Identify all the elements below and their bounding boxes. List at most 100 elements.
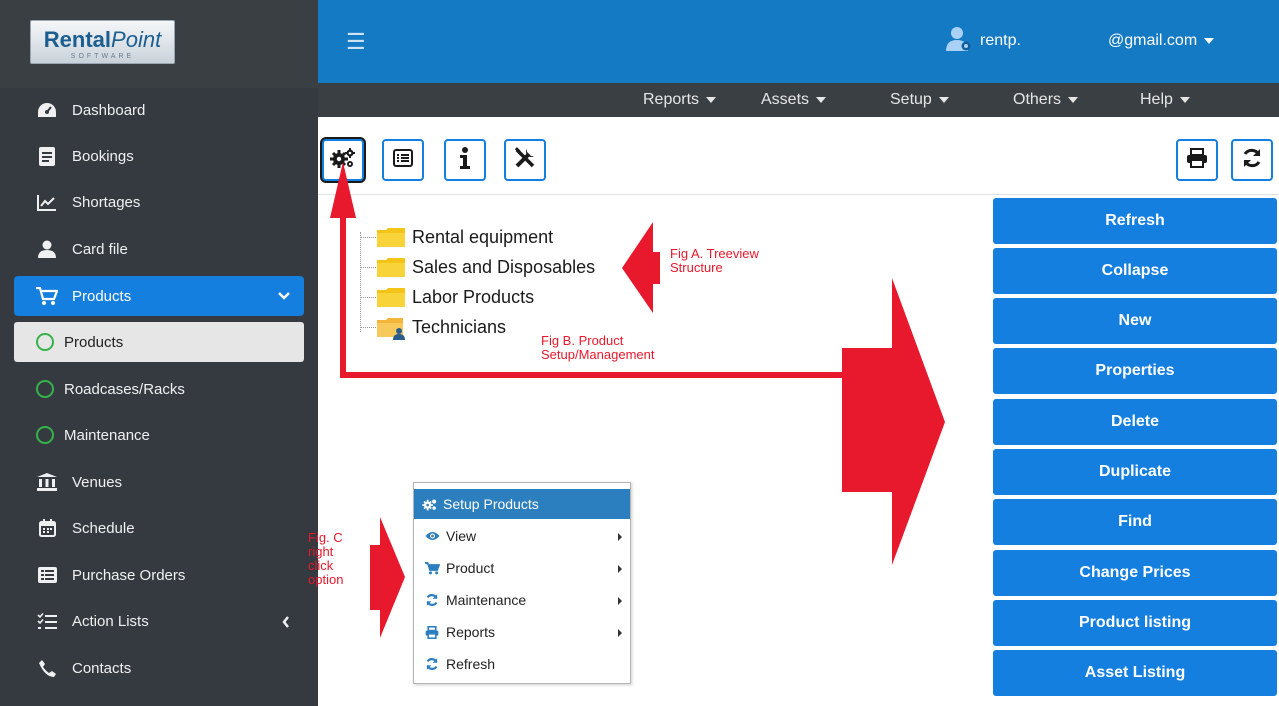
user-name[interactable]: rentp. [980,32,1021,50]
sidebar-item-schedule[interactable]: Schedule [14,508,304,548]
menu-setup[interactable]: Setup [890,91,949,109]
bank-icon [36,472,58,492]
product-listing-button[interactable]: Product listing [993,600,1277,646]
new-button[interactable]: New [993,298,1277,344]
main-menu-bar: Reports Assets Setup Others Help [318,83,1279,117]
menu-assets[interactable]: Assets [761,91,827,109]
gears-icon [422,498,438,511]
sidebar-item-label: Maintenance [64,426,150,444]
info-button[interactable] [444,139,486,181]
context-menu-product[interactable]: Product [414,552,630,584]
logo-text: RentalPoint [43,27,162,52]
setup-gears-button[interactable] [322,139,364,181]
circle-icon [34,332,56,352]
context-menu-view[interactable]: View [414,520,630,552]
calendar-icon [36,518,58,538]
context-menu: Setup Products View Product Maintenance … [413,482,631,684]
duplicate-button[interactable]: Duplicate [993,449,1277,495]
cart-icon [424,561,440,575]
tree-node-sales-disposables[interactable]: Sales and Disposables [376,254,595,280]
tree-guide-line [360,237,376,238]
logo-subtitle: SOFTWARE [70,53,135,60]
context-menu-header-label: Setup Products [443,496,539,512]
menu-others[interactable]: Others [1013,91,1079,109]
change-prices-button[interactable]: Change Prices [993,550,1277,596]
find-button[interactable]: Find [993,499,1277,545]
sidebar-item-label: Dashboard [72,101,146,119]
print-button[interactable] [1176,139,1218,181]
context-menu-maintenance[interactable]: Maintenance [414,584,630,616]
app-logo[interactable]: RentalPoint SOFTWARE [30,20,175,64]
cart-icon [36,286,58,306]
tree-node-labor-products[interactable]: Labor Products [376,284,534,310]
context-menu-label: View [446,528,477,544]
annotation-arrow-fig-c [370,517,405,638]
submenu-arrow-icon [618,629,622,637]
sidebar-item-label: Contacts [72,659,132,677]
sidebar-item-bookings[interactable]: Bookings [14,136,304,176]
tree-guide-line [360,297,376,298]
collapse-button[interactable]: Collapse [993,248,1277,294]
sidebar-item-products[interactable]: Products [14,276,304,316]
sync-icon [1241,147,1263,173]
menu-reports[interactable]: Reports [643,91,717,109]
tree-guide-line [360,232,361,332]
toolbar [318,127,1279,195]
user-email-dropdown[interactable]: @gmail.com [1108,32,1215,50]
sidebar: RentalPoint SOFTWARE Dashboard Bookings … [0,0,318,706]
annotation-arrow-fig-a [622,222,660,313]
hamburger-menu-icon[interactable]: ☰ [346,31,366,53]
context-menu-reports[interactable]: Reports [414,616,630,648]
sidebar-item-label: Action Lists [72,612,149,630]
sidebar-item-dashboard[interactable]: Dashboard [14,90,304,130]
sidebar-item-shortages[interactable]: Shortages [14,182,304,222]
refresh-button[interactable]: Refresh [993,198,1277,244]
circle-icon [34,425,56,445]
context-menu-label: Refresh [446,656,496,672]
tree-node-label: Rental equipment [412,226,554,247]
sidebar-item-action-lists[interactable]: Action Lists [14,601,304,641]
delete-button[interactable]: Delete [993,399,1277,445]
sidebar-item-label: Purchase Orders [72,566,186,584]
folder-icon [376,226,406,248]
sync-button[interactable] [1231,139,1273,181]
sidebar-subitem-products[interactable]: Products [14,322,304,362]
sidebar-item-contacts[interactable]: Contacts [14,648,304,688]
sidebar-item-label: Shortages [72,193,141,211]
menu-help[interactable]: Help [1140,91,1190,109]
context-menu-label: Product [446,560,495,576]
chart-line-icon [36,192,58,212]
sidebar-subitem-roadcases[interactable]: Roadcases/Racks [14,369,304,409]
sidebar-item-label: Roadcases/Racks [64,380,185,398]
tools-icon [514,147,536,173]
folder-icon [376,286,406,308]
sidebar-item-venues[interactable]: Venues [14,462,304,502]
phone-icon [36,658,58,678]
tree-node-label: Technicians [412,316,507,337]
tree-node-technicians[interactable]: Technicians [376,314,506,340]
sidebar-item-card-file[interactable]: Card file [14,229,304,269]
sidebar-item-label: Schedule [72,519,135,537]
annotation-fig-b: Fig B. Product Setup/Management [541,333,655,362]
sidebar-item-label: Products [72,287,132,305]
print-icon [1186,148,1208,172]
logo-area: RentalPoint SOFTWARE [0,0,318,88]
tools-button[interactable] [504,139,546,181]
tree-node-rental-equipment[interactable]: Rental equipment [376,224,553,250]
annotation-fig-a: Fig A. Treeview Structure [670,246,759,275]
list-view-button[interactable] [382,139,424,181]
sidebar-item-purchase-orders[interactable]: Purchase Orders [14,555,304,595]
list-alt-icon [393,149,413,171]
context-menu-refresh[interactable]: Refresh [414,648,630,680]
annotation-fig-c: Fig. C right click option [308,530,344,587]
sidebar-item-label: Bookings [72,147,134,165]
list-alt-icon [36,565,58,585]
sidebar-subitem-maintenance[interactable]: Maintenance [14,415,304,455]
gears-icon [330,147,356,173]
context-menu-header[interactable]: Setup Products [414,489,630,519]
context-menu-label: Maintenance [446,592,527,608]
print-icon [424,625,440,639]
tasks-icon [36,611,58,631]
properties-button[interactable]: Properties [993,348,1277,394]
asset-listing-button[interactable]: Asset Listing [993,650,1277,696]
